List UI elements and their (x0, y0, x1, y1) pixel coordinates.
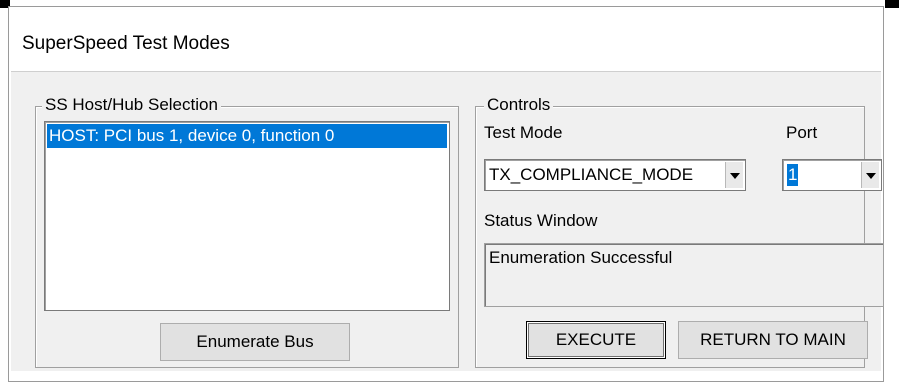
test-mode-dropdown[interactable]: TX_COMPLIANCE_MODE (484, 159, 746, 191)
desktop-backdrop (885, 0, 899, 8)
port-dropdown[interactable]: 1 (782, 159, 882, 191)
dropdown-arrow-icon[interactable] (861, 162, 879, 188)
title-bar[interactable]: SuperSpeed Test Modes (9, 7, 883, 71)
dialog-client-area: SS Host/Hub Selection HOST: PCI bus 1, d… (11, 71, 884, 371)
controls-groupbox: Controls Test Mode Port TX_COMPLIANCE_MO… (475, 95, 884, 368)
port-value: 1 (787, 164, 799, 186)
status-text: Enumeration Successful (489, 248, 673, 267)
controls-group-legend: Controls (484, 95, 554, 115)
status-window: Enumeration Successful (484, 243, 884, 307)
window-title: SuperSpeed Test Modes (22, 33, 230, 54)
dropdown-arrow-icon[interactable] (725, 162, 743, 188)
status-window-label: Status Window (484, 211, 598, 230)
port-label: Port (786, 123, 818, 142)
host-hub-listbox[interactable]: HOST: PCI bus 1, device 0, function 0 (44, 121, 450, 311)
execute-button[interactable]: EXECUTE (526, 321, 666, 359)
screen: SuperSpeed Test Modes SS Host/Hub Select… (0, 0, 899, 388)
return-to-main-button[interactable]: RETURN TO MAIN (678, 321, 868, 359)
list-item[interactable]: HOST: PCI bus 1, device 0, function 0 (47, 124, 447, 148)
test-mode-label: Test Mode (484, 123, 563, 142)
test-mode-value: TX_COMPLIANCE_MODE (489, 165, 694, 184)
host-hub-groupbox: SS Host/Hub Selection HOST: PCI bus 1, d… (35, 95, 459, 368)
host-hub-group-legend: SS Host/Hub Selection (42, 95, 221, 115)
enumerate-bus-button[interactable]: Enumerate Bus (160, 323, 350, 361)
dialog-window: SuperSpeed Test Modes SS Host/Hub Select… (8, 6, 884, 382)
